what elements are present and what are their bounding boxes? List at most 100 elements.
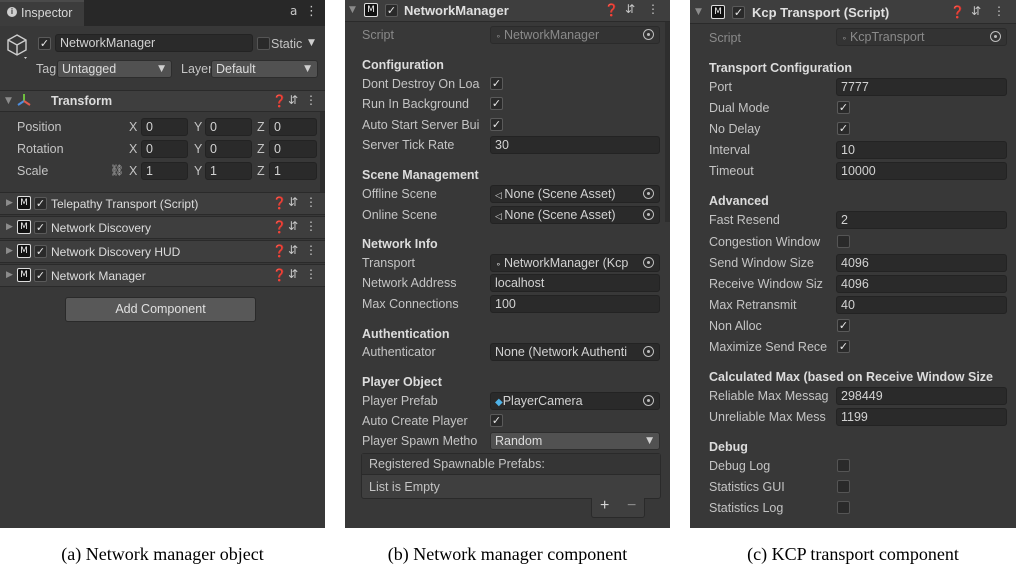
enabled-checkbox[interactable]: ✓ — [385, 4, 398, 17]
foldout-open-icon[interactable]: ▼ — [695, 7, 702, 17]
presets-icon[interactable]: ⇵ — [971, 4, 985, 18]
enabled-checkbox[interactable]: ✓ — [34, 197, 47, 210]
presets-icon[interactable]: ⇵ — [625, 2, 639, 16]
help-icon[interactable]: ❓ — [950, 5, 969, 19]
send-window-size-field[interactable]: 4096 — [836, 254, 1007, 272]
debug-log-checkbox[interactable] — [837, 459, 850, 472]
more-options-icon[interactable]: ⋮ — [305, 219, 321, 233]
more-options-icon[interactable]: ⋮ — [305, 243, 321, 257]
transform-y-field[interactable]: 1 — [205, 162, 252, 180]
active-checkbox[interactable]: ✓ — [38, 37, 51, 50]
enabled-checkbox[interactable]: ✓ — [732, 6, 745, 19]
dual-mode-checkbox[interactable]: ✓ — [837, 101, 850, 114]
help-icon[interactable]: ❓ — [604, 3, 623, 17]
transport-field[interactable]: ⚬ NetworkManager (Kcp — [490, 254, 660, 272]
reliable-max-message-field[interactable]: 298449 — [836, 387, 1007, 405]
script-value: NetworkManager — [503, 28, 600, 42]
add-item-button[interactable]: + — [600, 497, 609, 515]
more-options-icon[interactable]: ⋮ — [305, 4, 318, 19]
object-picker-icon[interactable] — [643, 346, 654, 357]
more-options-icon[interactable]: ⋮ — [305, 195, 321, 209]
object-picker-icon[interactable] — [643, 209, 654, 220]
authenticator-field[interactable]: None (Network Authenti — [490, 343, 660, 361]
interval-field[interactable]: 10 — [836, 141, 1007, 159]
presets-icon[interactable]: ⇵ — [288, 267, 302, 281]
online-scene-value: None (Scene Asset) — [504, 208, 616, 222]
receive-window-size-field[interactable]: 4096 — [836, 275, 1007, 293]
send-window-size-label: Send Window Size — [709, 256, 814, 270]
tag-dropdown[interactable]: Untagged ▼ — [57, 60, 172, 78]
object-picker-icon[interactable] — [643, 257, 654, 268]
non-alloc-label: Non Alloc — [709, 319, 762, 333]
transform-x-field[interactable]: 0 — [141, 118, 188, 136]
more-options-icon[interactable]: ⋮ — [305, 93, 321, 107]
static-label: Static — [271, 37, 303, 51]
more-options-icon[interactable]: ⋮ — [305, 267, 321, 281]
presets-icon[interactable]: ⇵ — [288, 243, 302, 257]
auto-create-player-checkbox[interactable]: ✓ — [490, 414, 503, 427]
online-scene-field[interactable]: ◁ None (Scene Asset) — [490, 206, 660, 224]
transform-y-field[interactable]: 0 — [205, 118, 252, 136]
foldout-closed-icon[interactable]: ▶ — [6, 246, 13, 256]
transform-z-field[interactable]: 0 — [269, 140, 317, 158]
max-connections-field[interactable]: 100 — [490, 295, 660, 313]
enabled-checkbox[interactable]: ✓ — [34, 221, 47, 234]
spawn-method-dropdown[interactable]: Random ▼ — [490, 432, 660, 450]
tag-label: Tag — [36, 62, 57, 76]
player-prefab-field[interactable]: ◆PlayerCamera — [490, 392, 660, 410]
gameobject-name-field[interactable]: NetworkManager — [55, 34, 253, 52]
network-address-field[interactable]: localhost — [490, 274, 660, 292]
transform-z-field[interactable]: 1 — [269, 162, 317, 180]
dont-destroy-checkbox[interactable]: ✓ — [490, 77, 503, 90]
lock-icon[interactable]: a — [290, 4, 297, 18]
more-options-icon[interactable]: ⋮ — [993, 4, 1009, 18]
foldout-closed-icon[interactable]: ▶ — [6, 198, 13, 208]
static-checkbox[interactable] — [257, 37, 270, 50]
run-in-background-checkbox[interactable]: ✓ — [490, 97, 503, 110]
fast-resend-field[interactable]: 2 — [836, 211, 1007, 229]
scrollbar[interactable] — [665, 22, 670, 222]
presets-icon[interactable]: ⇵ — [288, 93, 302, 107]
foldout-closed-icon[interactable]: ▶ — [6, 270, 13, 280]
congestion-window-checkbox[interactable] — [837, 235, 850, 248]
presets-icon[interactable]: ⇵ — [288, 219, 302, 233]
no-delay-checkbox[interactable]: ✓ — [837, 122, 850, 135]
timeout-field[interactable]: 10000 — [836, 162, 1007, 180]
tick-rate-field[interactable]: 30 — [490, 136, 660, 154]
list-empty-text: List is Empty — [369, 480, 440, 494]
foldout-closed-icon[interactable]: ▶ — [6, 222, 13, 232]
object-picker-icon[interactable] — [643, 188, 654, 199]
transform-y-field[interactable]: 0 — [205, 140, 252, 158]
scene-asset-icon: ◁ — [495, 211, 505, 221]
component-name: Network Manager — [51, 269, 146, 283]
transform-x-field[interactable]: 0 — [141, 140, 188, 158]
enabled-checkbox[interactable]: ✓ — [34, 269, 47, 282]
object-picker-icon[interactable] — [643, 395, 654, 406]
port-field[interactable]: 7777 — [836, 78, 1007, 96]
remove-item-button[interactable]: − — [627, 497, 636, 515]
max-retransmit-field[interactable]: 40 — [836, 296, 1007, 314]
constrain-proportions-icon[interactable]: ⛓ — [110, 164, 124, 177]
foldout-open-icon[interactable]: ▼ — [349, 5, 356, 15]
non-alloc-checkbox[interactable]: ✓ — [837, 319, 850, 332]
enabled-checkbox[interactable]: ✓ — [34, 245, 47, 258]
transform-z-field[interactable]: 0 — [269, 118, 317, 136]
maximize-send-receive-checkbox[interactable]: ✓ — [837, 340, 850, 353]
more-options-icon[interactable]: ⋮ — [647, 2, 663, 16]
presets-icon[interactable]: ⇵ — [288, 195, 302, 209]
axis-label-x: X — [129, 164, 138, 178]
static-dropdown-icon[interactable]: ▼ — [308, 38, 315, 48]
add-component-button[interactable]: Add Component — [65, 297, 256, 322]
auto-start-checkbox[interactable]: ✓ — [490, 118, 503, 131]
info-icon: i — [7, 7, 17, 17]
scrollbar[interactable] — [320, 112, 325, 192]
statistics-gui-checkbox[interactable] — [837, 480, 850, 493]
offline-scene-field[interactable]: ◁ None (Scene Asset) — [490, 185, 660, 203]
transform-x-field[interactable]: 1 — [141, 162, 188, 180]
layer-dropdown[interactable]: Default ▼ — [211, 60, 318, 78]
component-name: Telepathy Transport (Script) — [51, 197, 199, 211]
inspector-panel: i Inspector a ⋮ ✓ NetworkManager Static … — [0, 0, 325, 528]
foldout-open-icon[interactable]: ▼ — [5, 96, 12, 106]
unreliable-max-message-field[interactable]: 1199 — [836, 408, 1007, 426]
statistics-log-checkbox[interactable] — [837, 501, 850, 514]
